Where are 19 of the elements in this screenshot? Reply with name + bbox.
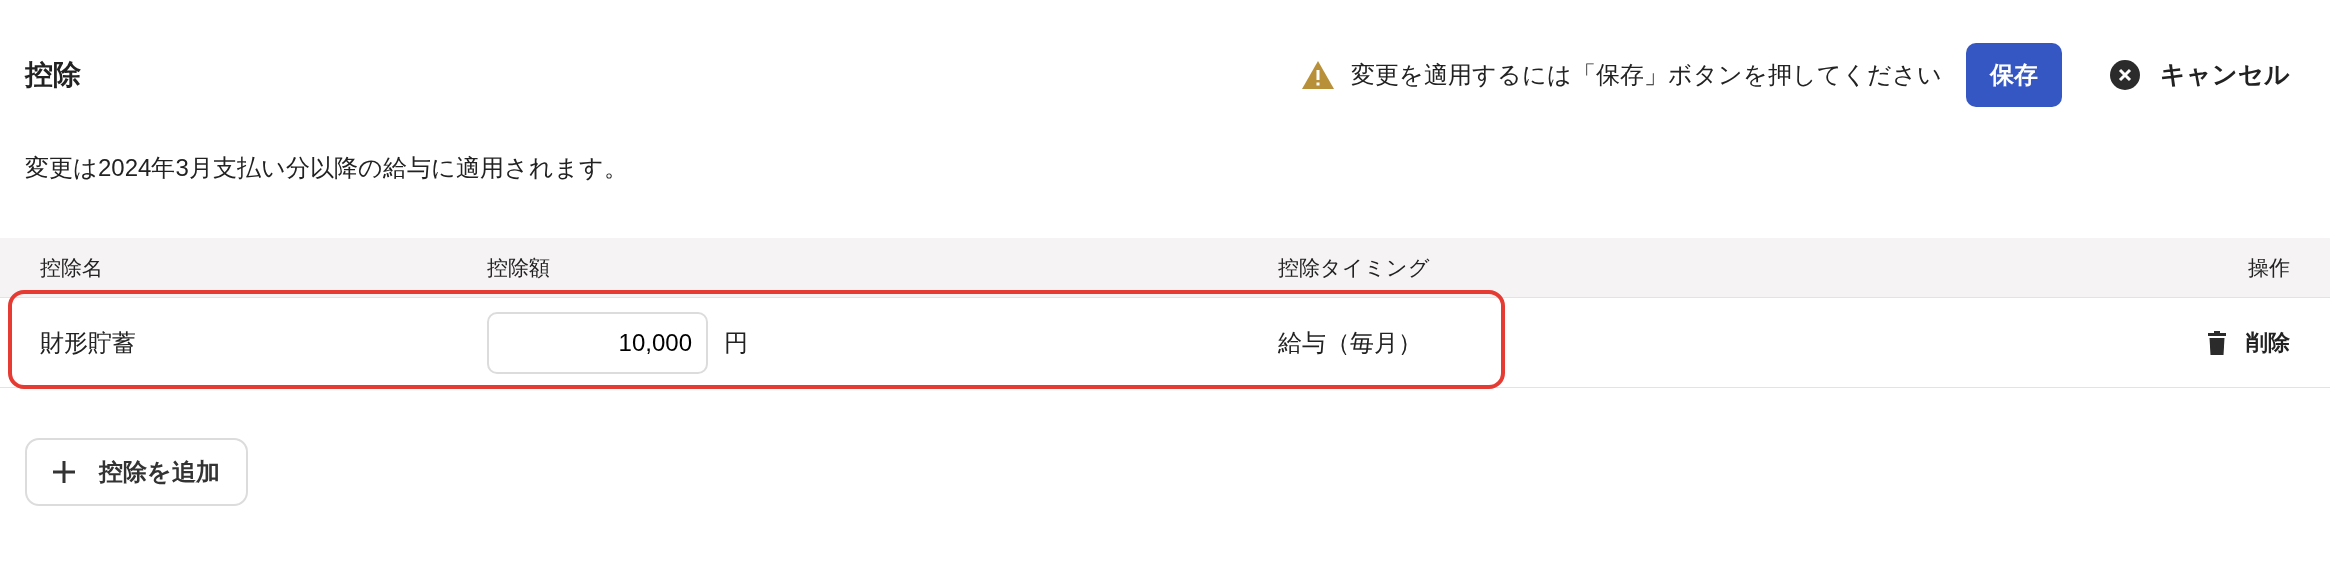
- column-header: 控除名: [40, 254, 104, 281]
- column-header: 操作: [2248, 254, 2290, 281]
- notice-text: 変更を適用するには「保存」ボタンを押してください: [1351, 60, 1942, 90]
- column-header: 控除タイミング: [1278, 254, 1431, 281]
- trash-icon: [2208, 330, 2226, 355]
- cancel-button[interactable]: キャンセル: [2110, 56, 2290, 94]
- table-cell-text: 給与（毎月）: [1278, 327, 1423, 358]
- table-cell-text: 財形貯蓄: [40, 327, 137, 358]
- add-button[interactable]: 控除を追加: [25, 438, 248, 506]
- warning-icon: [1301, 60, 1335, 90]
- plus-icon: [53, 461, 75, 483]
- unit-text: 円: [724, 327, 748, 358]
- close-icon: [2110, 60, 2140, 90]
- column-header: 控除額: [487, 254, 551, 281]
- delete-button[interactable]: 削除: [2208, 326, 2290, 359]
- section-title: 控除: [25, 58, 81, 92]
- description-text: 変更は2024年3月支払い分以降の給与に適用されます。: [24, 153, 629, 183]
- amount-field[interactable]: 10,000: [487, 311, 708, 374]
- save-button[interactable]: 保存: [1966, 43, 2062, 107]
